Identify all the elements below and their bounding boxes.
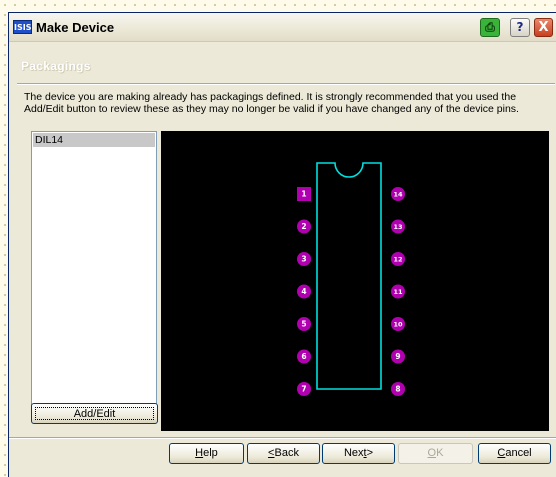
cancel-button[interactable]: Cancel bbox=[478, 443, 551, 464]
left-pad-label-1: 1 bbox=[301, 190, 306, 199]
right-pads: 14 13 12 11 10 9 8 bbox=[391, 187, 405, 396]
help-title-button[interactable]: ? bbox=[510, 18, 530, 37]
right-pad-label-5: 10 bbox=[393, 321, 403, 329]
left-pad-label-4: 4 bbox=[301, 287, 306, 296]
footer-divider bbox=[9, 437, 556, 439]
ic-body-outline bbox=[316, 162, 382, 390]
ok-label-post: K bbox=[436, 447, 444, 459]
cancel-label-post: ancel bbox=[505, 447, 532, 459]
printer-icon[interactable]: ⎙ bbox=[480, 18, 500, 37]
ok-button[interactable]: OK bbox=[398, 443, 473, 464]
package-preview: 1234567 14 13 12 11 10 9 8 bbox=[161, 131, 549, 431]
left-pad-label-6: 6 bbox=[301, 352, 306, 361]
add-edit-button[interactable]: Add/Edit bbox=[31, 403, 158, 424]
description-text: The device you are making already has pa… bbox=[24, 91, 519, 115]
back-label-post: Back bbox=[274, 447, 299, 459]
focus-rectangle: Add/Edit bbox=[35, 407, 154, 420]
back-button[interactable]: <Back bbox=[247, 443, 320, 464]
title-bar[interactable]: ISIS Make Device ⎙ ? X bbox=[9, 13, 556, 42]
window-title: Make Device bbox=[36, 20, 115, 35]
right-pad-label-1: 14 bbox=[393, 191, 403, 199]
right-pad-label-3: 12 bbox=[393, 256, 402, 264]
left-pad-label-3: 3 bbox=[301, 255, 306, 264]
help-label-accel: H bbox=[195, 447, 204, 459]
left-pad-label-5: 5 bbox=[301, 320, 306, 329]
close-button[interactable]: X bbox=[534, 18, 553, 37]
help-button[interactable]: Help bbox=[169, 443, 244, 464]
left-pad-label-2: 2 bbox=[301, 222, 306, 231]
packagings-list[interactable]: DIL14 bbox=[31, 131, 157, 405]
add-edit-label: Add/Edit bbox=[73, 408, 116, 420]
left-pads: 1 2 3 4 5 6 7 bbox=[297, 187, 311, 396]
right-pad-label-6: 9 bbox=[395, 352, 400, 361]
make-device-dialog: ISIS Make Device ⎙ ? X Packagings The de… bbox=[8, 12, 556, 477]
next-label-post: > bbox=[366, 447, 374, 459]
ok-label-accel: O bbox=[427, 447, 437, 459]
left-pad-label-7: 7 bbox=[301, 385, 306, 394]
right-pad-label-4: 11 bbox=[393, 288, 403, 296]
dil14-preview-svg: 1234567 141312111098 bbox=[297, 162, 405, 396]
section-title: Packagings bbox=[21, 59, 91, 73]
right-pad-label-2: 13 bbox=[393, 223, 402, 231]
help-label-post: elp bbox=[203, 447, 218, 459]
section-divider bbox=[17, 83, 555, 85]
isis-app-icon: ISIS bbox=[13, 20, 32, 34]
next-button[interactable]: Next> bbox=[322, 443, 395, 464]
next-label-pre: Nex bbox=[343, 447, 364, 459]
list-item[interactable]: DIL14 bbox=[33, 133, 155, 147]
right-pad-label-7: 8 bbox=[395, 385, 400, 394]
